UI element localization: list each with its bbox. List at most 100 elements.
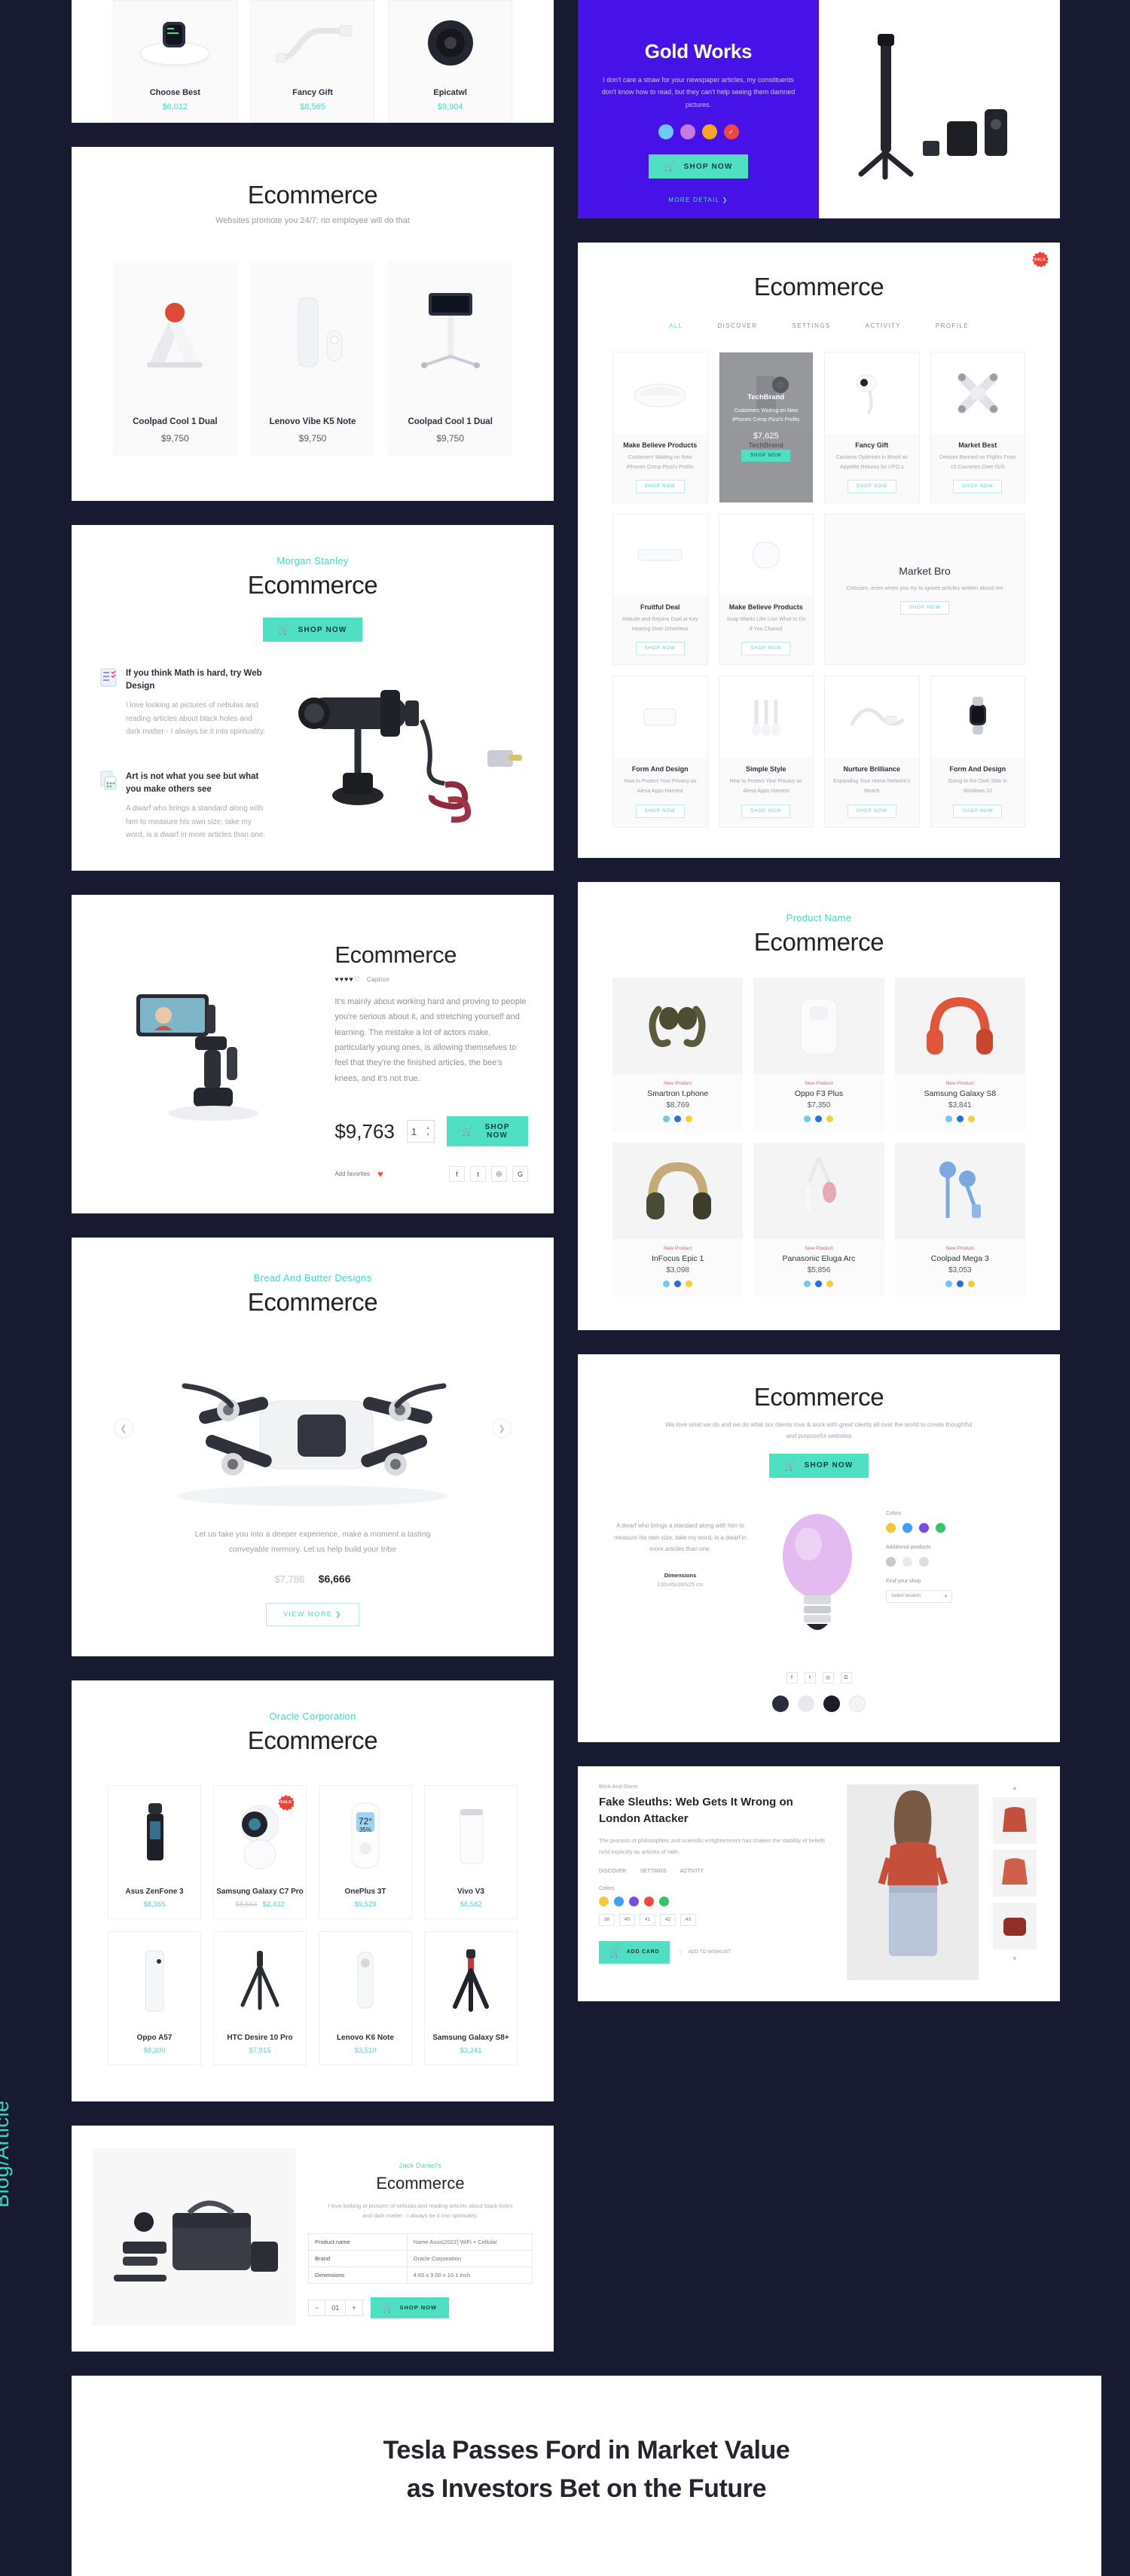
product-card[interactable]: Coolpad Cool 1 Dual $9,750 (388, 261, 513, 456)
swatch-yellow[interactable] (686, 1280, 693, 1287)
shop-now-button[interactable]: SHOP NOW (847, 480, 896, 494)
quantity-stepper[interactable]: − 01 + (308, 2299, 363, 2316)
swatch-blue[interactable] (956, 1280, 964, 1287)
swatch-light-grey[interactable] (902, 1556, 912, 1567)
instagram-icon[interactable]: ◎ (491, 1166, 507, 1183)
swatch-mid-grey[interactable] (919, 1556, 929, 1567)
promo-card[interactable]: Market Bro Criticism, even when you try … (824, 514, 1025, 666)
thumb-dark[interactable] (772, 1695, 789, 1712)
product-card[interactable]: New Product Coolpad Mega 3 $3,053 (894, 1142, 1025, 1297)
swatch-blue[interactable] (674, 1280, 682, 1287)
shop-now-button[interactable]: SHOP NOW (899, 600, 950, 615)
product-card[interactable]: Market Best Devices Banned on Flights Fr… (930, 352, 1025, 504)
location-select[interactable]: Select location ▾ (886, 1589, 952, 1603)
quantity-stepper[interactable]: 1 ▲ ▼ (406, 1120, 435, 1143)
swatch-yellow[interactable] (826, 1280, 834, 1287)
product-card[interactable]: Epicatwl $9,904 (388, 0, 513, 123)
tab-settings[interactable]: SETTINGS (792, 322, 830, 329)
prev-arrow[interactable]: ❮ (114, 1418, 133, 1439)
shop-now-button[interactable]: SHOP NOW (741, 642, 791, 656)
swatch-yellow[interactable] (599, 1896, 609, 1906)
product-card[interactable]: Oppo A57 $8,300 (108, 1930, 201, 2065)
shop-now-button[interactable]: SHOP NOW (953, 480, 1003, 494)
google-icon[interactable]: G (840, 1671, 852, 1683)
swatch-orange[interactable] (701, 124, 717, 140)
stepper-arrows[interactable]: ▲ ▼ (426, 1126, 430, 1137)
product-card[interactable]: 72° 35% OnePlus 3T $9,529 (319, 1784, 412, 1919)
instagram-icon[interactable]: ◎ (822, 1671, 834, 1683)
shop-now-button[interactable]: SHOP NOW (741, 450, 791, 462)
product-card[interactable]: New Product Oppo F3 Plus $7,350 (753, 977, 884, 1132)
swatch-light-blue[interactable] (804, 1115, 811, 1122)
size-option[interactable]: 41 (640, 1913, 655, 1926)
product-card[interactable]: SALE Fancy Gift Cautious Optimism in Bra… (824, 252, 1048, 504)
product-card[interactable]: Choose Best $6,012 (113, 0, 237, 123)
swatch-red[interactable] (644, 1896, 654, 1906)
swatch-light-blue[interactable] (945, 1115, 952, 1122)
twitter-icon[interactable]: t (470, 1166, 486, 1183)
product-card[interactable]: Vivo V3 $8,582 (424, 1784, 518, 1919)
shop-now-button[interactable]: 🛒 SHOP NOW (370, 2297, 450, 2318)
swatch-green[interactable] (659, 1896, 669, 1906)
swatch-blue[interactable] (674, 1115, 682, 1122)
chevron-down-icon[interactable]: ▼ (1012, 1955, 1018, 1962)
product-card[interactable]: SALE Samsung Galaxy C7 Pro $8,564 $2,432 (213, 1784, 307, 1919)
thumbnail[interactable] (993, 1796, 1037, 1844)
thumb-outline[interactable] (849, 1695, 866, 1712)
next-arrow[interactable]: ❯ (492, 1418, 512, 1439)
product-card[interactable]: Form And Design Going to the Dark Side i… (930, 676, 1025, 828)
twitter-icon[interactable]: t (804, 1671, 816, 1683)
swatch-blue[interactable] (815, 1280, 823, 1287)
increment-button[interactable]: + (346, 2300, 362, 2315)
swatch-purple[interactable] (680, 124, 695, 140)
size-option[interactable]: 42 (660, 1913, 676, 1926)
add-card-button[interactable]: 🛒 ADD CARD (599, 1940, 670, 1964)
swatch-grey[interactable] (886, 1556, 896, 1567)
swatch-light-blue[interactable] (663, 1115, 670, 1122)
swatch-green[interactable] (936, 1522, 945, 1533)
swatch-yellow[interactable] (886, 1522, 896, 1533)
shop-now-button[interactable]: 🛒 SHOP NOW (447, 1116, 528, 1147)
tab-activity[interactable]: ACTIVITY (680, 1869, 704, 1874)
product-card[interactable]: Make Believe Products Snap Wants Like Li… (718, 514, 814, 666)
shop-now-button[interactable]: SHOP NOW (635, 480, 685, 494)
product-card[interactable]: New Product Panasonic Eluga Arc $5,856 (753, 1142, 884, 1297)
swatch-blue[interactable] (614, 1896, 624, 1906)
tab-discover[interactable]: DISCOVER (599, 1869, 627, 1874)
shop-now-button[interactable]: 🛒 SHOP NOW (649, 154, 748, 179)
swatch-blue[interactable] (956, 1115, 964, 1122)
tab-all[interactable]: ALL (669, 322, 683, 329)
swatch-light-blue[interactable] (663, 1280, 670, 1287)
swatch-red-selected[interactable]: ✓ (723, 124, 739, 140)
product-card[interactable]: Fancy Gift $8,565 (250, 0, 375, 123)
swatch-yellow[interactable] (826, 1115, 834, 1122)
shop-now-button[interactable]: 🛒 SHOP NOW (769, 1453, 869, 1478)
shop-now-button[interactable]: SHOP NOW (635, 804, 685, 818)
swatch-light-blue[interactable] (945, 1280, 952, 1287)
thumb-black[interactable] (823, 1695, 840, 1712)
thumbnail[interactable] (993, 1902, 1037, 1949)
product-card[interactable]: TechBrand TechBrand Customers Waiting on… (718, 352, 814, 504)
product-card[interactable]: Simple Style How to Protect Your Privacy… (718, 676, 814, 828)
shop-now-button[interactable]: 🛒 SHOP NOW (263, 618, 362, 642)
size-option[interactable]: 43 (680, 1913, 696, 1926)
product-card[interactable]: Make Believe Products Customers Waiting … (612, 352, 708, 504)
swatch-yellow[interactable] (967, 1280, 975, 1287)
product-card[interactable]: HTC Desire 10 Pro $7,915 (213, 1930, 307, 2065)
product-card[interactable]: New Product InFocus Epic 1 $3,098 (612, 1142, 744, 1297)
swatch-purple[interactable] (919, 1522, 929, 1533)
swatch-blue[interactable] (658, 124, 673, 140)
product-card[interactable]: Nurture Brilliance Expanding Your Home N… (824, 676, 920, 828)
product-card[interactable]: Coolpad Cool 1 Dual $9,750 (113, 261, 237, 456)
tab-discover[interactable]: DISCOVER (717, 322, 757, 329)
thumbnail[interactable] (993, 1849, 1037, 1897)
swatch-yellow[interactable] (686, 1115, 693, 1122)
shop-now-button[interactable]: SHOP NOW (953, 804, 1003, 818)
view-more-button[interactable]: VIEW MORE ❯ (266, 1602, 359, 1626)
swatch-light-blue[interactable] (804, 1280, 811, 1287)
tab-settings[interactable]: SETTINGS (640, 1869, 667, 1874)
chevron-up-icon[interactable]: ▲ (1012, 1784, 1018, 1791)
thumb-light[interactable] (798, 1695, 814, 1712)
product-card[interactable]: Lenovo K6 Note $3,510 (319, 1930, 412, 2065)
tab-activity[interactable]: ACTIVITY (866, 322, 901, 329)
